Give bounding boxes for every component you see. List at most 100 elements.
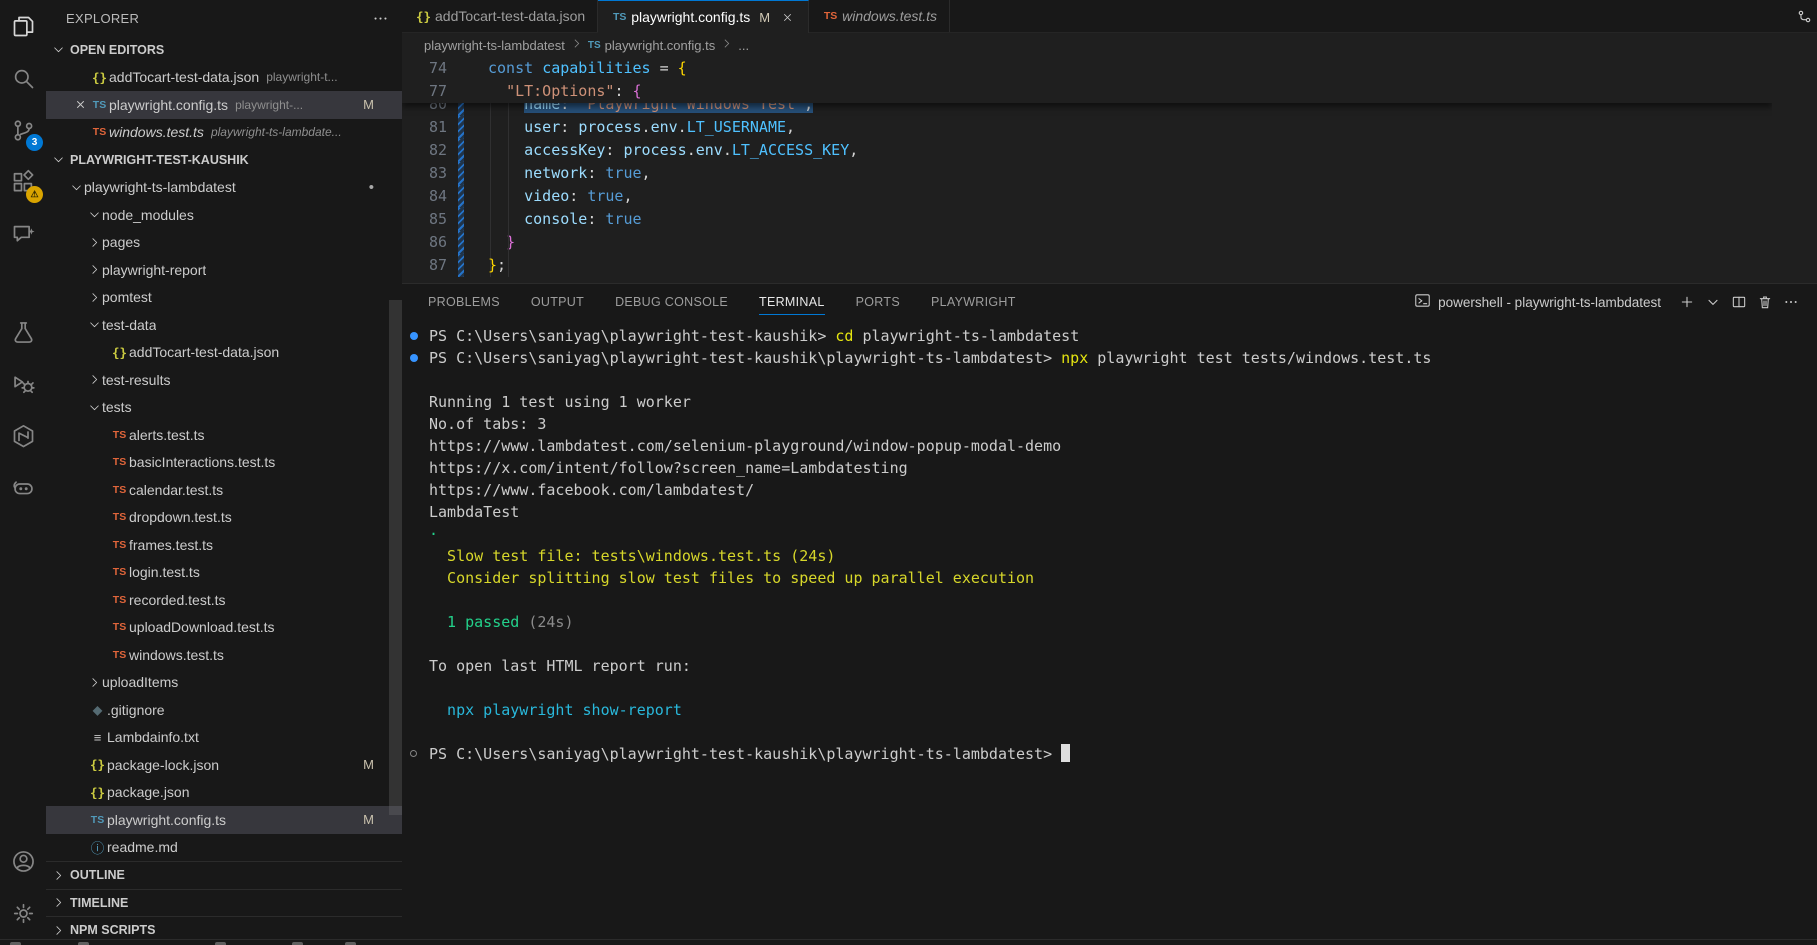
tree-item-playwright-report[interactable]: playwright-report	[46, 256, 402, 284]
file-label: calendar.test.ts	[129, 482, 223, 498]
sidebar-scrollbar[interactable]	[389, 300, 402, 815]
breadcrumb-separator-icon	[715, 37, 738, 53]
open-editors-section[interactable]: OPEN EDITORS	[46, 36, 402, 64]
panel-tab-debug-console[interactable]: DEBUG CONSOLE	[615, 284, 728, 320]
line-number: 86	[402, 231, 455, 254]
breadcrumb-item[interactable]: playwright-ts-lambdatest	[424, 38, 565, 53]
code-token: ,	[623, 187, 632, 205]
tree-item-playwright-ts-lambdatest[interactable]: playwright-ts-lambdatest•	[46, 174, 402, 202]
workspace-section[interactable]: PLAYWRIGHT-TEST-KAUSHIK	[46, 146, 402, 174]
tree-item-node_modules[interactable]: node_modules	[46, 201, 402, 229]
tree-item-pages[interactable]: pages	[46, 229, 402, 257]
code-editor[interactable]: 80 name: "Playwright Windows Test",81 us…	[402, 57, 1772, 283]
section-outline[interactable]: OUTLINE	[46, 861, 402, 889]
launch-profile-button[interactable]	[1701, 290, 1725, 314]
activity-bar-extensions[interactable]: ⚠	[0, 156, 46, 208]
tree-item-recorded.test.ts[interactable]: TSrecorded.test.ts	[46, 586, 402, 614]
tree-item-tests[interactable]: tests	[46, 394, 402, 422]
editor-actions-icon[interactable]	[1791, 0, 1817, 33]
file-description: playwright-ts-lambdate...	[211, 125, 342, 139]
tree-item-frames.test.ts[interactable]: TSframes.test.ts	[46, 531, 402, 559]
open-editor-windows.test.ts[interactable]: TSwindows.test.tsplaywright-ts-lambdate.…	[46, 119, 402, 147]
new-terminal-button[interactable]	[1675, 290, 1699, 314]
chevron-down-icon	[86, 317, 102, 333]
code-token: ,	[849, 141, 858, 159]
activity-bar-copilot[interactable]	[0, 462, 46, 514]
tree-item-dropdown.test.ts[interactable]: TSdropdown.test.ts	[46, 504, 402, 532]
close-editor-icon[interactable]	[70, 98, 90, 111]
open-editor-playwright.config.ts[interactable]: TSplaywright.config.tsplaywright-...M	[46, 91, 402, 119]
tree-item-package.json[interactable]: {}package.json	[46, 779, 402, 807]
tree-item-playwright.config.ts[interactable]: TSplaywright.config.tsM	[46, 806, 402, 834]
tree-item-alerts.test.ts[interactable]: TSalerts.test.ts	[46, 421, 402, 449]
terminal-text: No.of tabs: 3	[429, 415, 546, 433]
terminal-text: https://x.com/intent/follow?screen_name=…	[429, 459, 908, 477]
terminal-tab[interactable]: powershell - playwright-ts-lambdatest	[1414, 292, 1661, 312]
panel-tab-output[interactable]: OUTPUT	[531, 284, 584, 320]
tree-item-pomtest[interactable]: pomtest	[46, 284, 402, 312]
tree-item-login.test.ts[interactable]: TSlogin.test.ts	[46, 559, 402, 587]
tree-item-uploadDownload.test.ts[interactable]: TSuploadDownload.test.ts	[46, 614, 402, 642]
file-label: playwright-report	[102, 262, 206, 278]
close-tab-icon[interactable]	[779, 9, 796, 26]
activity-bar-copilot-chat[interactable]	[0, 208, 46, 260]
panel-tab-problems[interactable]: PROBLEMS	[428, 284, 500, 320]
command-success-decoration[interactable]	[410, 354, 418, 362]
code-token: console	[524, 210, 587, 228]
file-label: playwright-ts-lambdatest	[84, 179, 236, 195]
tab-windows.test.ts[interactable]: TSwindows.test.ts	[809, 0, 950, 32]
breadcrumb-item[interactable]: playwright.config.ts	[605, 38, 716, 53]
tree-item-Lambdainfo.txt[interactable]: ≡Lambdainfo.txt	[46, 724, 402, 752]
typescript-test-file-icon: TS	[110, 456, 129, 468]
breadcrumb-item[interactable]: ...	[738, 38, 749, 53]
breadcrumb[interactable]: playwright-ts-lambdatestTSplaywright.con…	[402, 33, 1817, 57]
panel-tab-ports[interactable]: PORTS	[856, 284, 900, 320]
tree-item-readme.md[interactable]: ⓘreadme.md	[46, 834, 402, 862]
git-modified-badge: M	[363, 812, 374, 827]
activity-bar-testing[interactable]	[0, 306, 46, 358]
panel-tab-playwright[interactable]: PLAYWRIGHT	[931, 284, 1016, 320]
explorer-more-actions-button[interactable]	[368, 6, 392, 30]
command-success-decoration[interactable]	[410, 332, 418, 340]
line-number: 80	[402, 103, 455, 116]
activity-bar-explorer[interactable]	[0, 0, 46, 52]
command-prompt-decoration[interactable]	[410, 750, 417, 757]
tree-item-test-data[interactable]: test-data	[46, 311, 402, 339]
terminal-output[interactable]: PS C:\Users\saniyag\playwright-test-kaus…	[402, 320, 1817, 765]
activity-bar-search[interactable]	[0, 52, 46, 104]
tree-item-addTocart-test-data.json[interactable]: {}addTocart-test-data.json	[46, 339, 402, 367]
section-label: TIMELINE	[70, 896, 128, 910]
kill-terminal-button[interactable]	[1753, 290, 1777, 314]
split-terminal-button[interactable]	[1727, 290, 1751, 314]
activity-bar-accounts[interactable]	[0, 835, 46, 887]
activity-bar-source-control[interactable]: 3	[0, 104, 46, 156]
tree-item-basicInteractions.test.ts[interactable]: TSbasicInteractions.test.ts	[46, 449, 402, 477]
chevron-right-icon	[50, 867, 66, 883]
code-token: LT_USERNAME	[687, 118, 786, 136]
activity-bar-settings[interactable]	[0, 887, 46, 939]
file-label: dropdown.test.ts	[129, 509, 232, 525]
terminal-text: playwright-ts-lambdatest	[853, 327, 1079, 345]
tree-item-uploadItems[interactable]: uploadItems	[46, 669, 402, 697]
activity-bar-run-and-debug[interactable]	[0, 358, 46, 410]
gutter-modified-indicator	[455, 185, 467, 208]
section-timeline[interactable]: TIMELINE	[46, 889, 402, 917]
code-token: LT_ACCESS_KEY	[732, 141, 849, 159]
chevron-right-icon	[86, 234, 102, 250]
tree-item-test-results[interactable]: test-results	[46, 366, 402, 394]
open-editor-addTocart-test-data.json[interactable]: {}addTocart-test-data.jsonplaywright-t..…	[46, 64, 402, 92]
activity-bar-extension-view[interactable]	[0, 410, 46, 462]
tree-item-package-lock.json[interactable]: {}package-lock.jsonM	[46, 751, 402, 779]
terminal-text: PS C:\Users\saniyag\playwright-test-kaus…	[429, 327, 835, 345]
tab-playwright.config.ts[interactable]: TSplaywright.config.tsM	[598, 0, 809, 33]
code-token: .	[687, 141, 696, 159]
tree-item-windows.test.ts[interactable]: TSwindows.test.ts	[46, 641, 402, 669]
terminal-more-actions-button[interactable]	[1779, 290, 1803, 314]
tree-item-calendar.test.ts[interactable]: TScalendar.test.ts	[46, 476, 402, 504]
tab-addTocart-test-data.json[interactable]: {}addTocart-test-data.json	[402, 0, 598, 32]
terminal-line	[429, 721, 1817, 743]
sidebar-header: EXPLORER	[46, 0, 402, 36]
tree-item-.gitignore[interactable]: ◆.gitignore	[46, 696, 402, 724]
line-number: 82	[402, 139, 455, 162]
panel-tab-terminal[interactable]: TERMINAL	[759, 284, 825, 320]
